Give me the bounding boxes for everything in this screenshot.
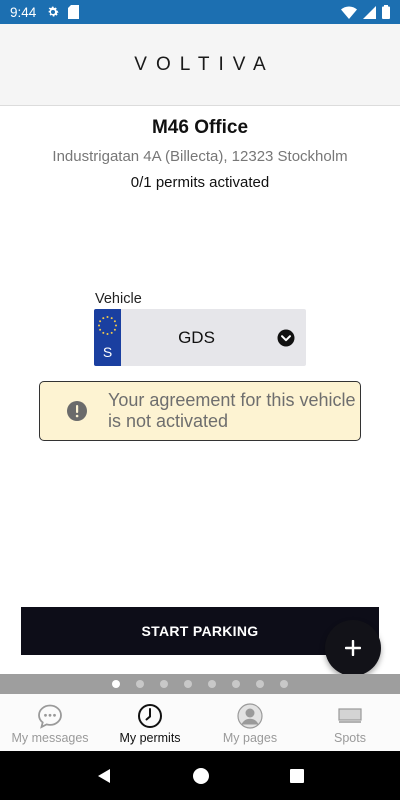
page-dot[interactable] xyxy=(184,680,192,688)
vehicle-registration: GDS xyxy=(178,327,215,347)
sd-card-icon xyxy=(68,5,80,19)
location-address: Industrigatan 4A (Billecta), 12323 Stock… xyxy=(52,148,348,165)
page-indicator xyxy=(0,674,400,694)
battery-icon xyxy=(382,5,390,19)
agreement-alert: Your agreement for this vehicle is not a… xyxy=(39,381,361,441)
wifi-icon xyxy=(341,5,357,19)
tab-my-pages[interactable]: My pages xyxy=(200,694,300,751)
page-dot[interactable] xyxy=(136,680,144,688)
tab-my-messages[interactable]: My messages xyxy=(0,694,100,751)
clock-icon xyxy=(138,703,162,728)
app-header: VOLTIVA xyxy=(0,24,400,106)
tab-label: Spots xyxy=(334,731,366,745)
page-dot[interactable] xyxy=(160,680,168,688)
tab-label: My pages xyxy=(222,731,278,745)
tab-my-permits[interactable]: My permits xyxy=(100,694,200,751)
bottom-tab-bar: My messages My permits My pages Spots xyxy=(0,694,400,751)
page-dot[interactable] xyxy=(256,680,264,688)
page-dot[interactable] xyxy=(208,680,216,688)
vehicle-label: Vehicle xyxy=(95,291,142,307)
page-dot[interactable] xyxy=(232,680,240,688)
eu-plate-band: S xyxy=(94,309,121,366)
parking-spot-icon xyxy=(338,707,362,723)
status-time: 9:44 xyxy=(10,4,37,20)
home-icon[interactable] xyxy=(192,767,210,785)
cell-signal-icon xyxy=(363,5,376,19)
brand-logo: VOLTIVA xyxy=(134,53,275,75)
country-code: S xyxy=(102,344,113,360)
back-icon[interactable] xyxy=(95,767,113,785)
alert-text: Your agreement for this vehicle is not a… xyxy=(108,390,356,431)
permits-status: 0/1 permits activated xyxy=(130,174,270,191)
chevron-down-icon[interactable] xyxy=(266,329,306,347)
tab-label: My permits xyxy=(119,731,181,745)
location-title: M46 Office xyxy=(151,117,249,138)
gear-icon xyxy=(48,6,59,17)
tab-label: My messages xyxy=(11,731,89,745)
tab-spots[interactable]: Spots xyxy=(300,694,400,751)
eu-stars-icon xyxy=(98,316,117,335)
recents-icon[interactable] xyxy=(289,768,305,784)
person-icon xyxy=(237,702,263,729)
chat-bubble-icon xyxy=(38,704,62,729)
plus-icon xyxy=(345,640,361,656)
add-button[interactable] xyxy=(325,620,381,676)
page-dot[interactable] xyxy=(112,680,120,688)
status-bar: 9:44 xyxy=(0,0,400,24)
warning-icon xyxy=(67,401,87,421)
system-nav-bar xyxy=(0,751,400,800)
vehicle-select[interactable]: S GDS xyxy=(94,309,306,366)
page-dot[interactable] xyxy=(280,680,288,688)
